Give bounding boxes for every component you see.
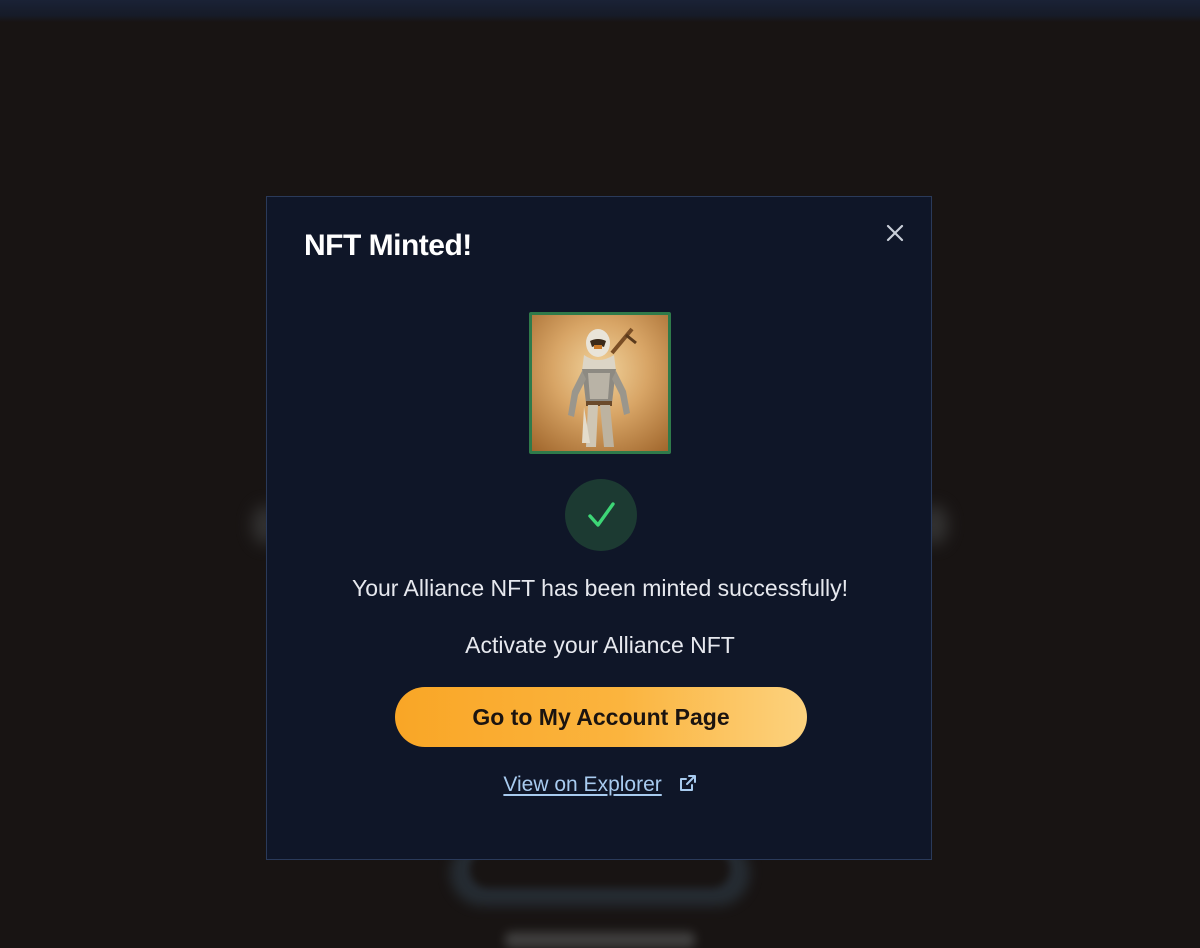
success-status <box>565 479 637 551</box>
nft-image <box>529 312 671 454</box>
top-nav-bar <box>0 0 1200 22</box>
go-to-account-button[interactable]: Go to My Account Page <box>395 687 807 747</box>
view-on-explorer-link[interactable]: View on Explorer <box>267 773 933 797</box>
explorer-link-label[interactable]: View on Explorer <box>503 773 661 796</box>
close-icon <box>886 224 904 242</box>
backdrop-blur-text <box>505 932 695 948</box>
nft-warrior-figure <box>568 327 637 447</box>
activate-message: Activate your Alliance NFT <box>465 632 735 658</box>
close-button[interactable] <box>881 219 909 247</box>
external-link-icon <box>679 775 696 791</box>
nft-minted-modal: NFT Minted! Your Alliance NFT has been m… <box>266 196 932 860</box>
checkmark-icon <box>588 502 615 527</box>
success-message: Your Alliance NFT has been minted succes… <box>351 575 849 601</box>
modal-title: NFT Minted! <box>304 229 472 262</box>
